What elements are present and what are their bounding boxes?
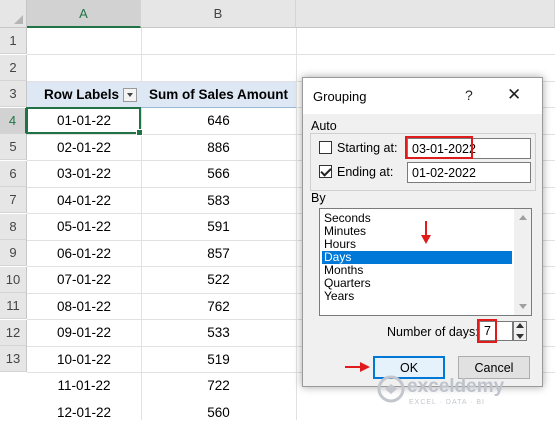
- dialog-title-bar: Grouping ? ✕: [303, 78, 542, 114]
- scroll-up-icon[interactable]: [519, 215, 527, 220]
- exceldemy-logo-icon: [377, 375, 405, 403]
- column-header-b[interactable]: B: [141, 0, 296, 28]
- row-header-9[interactable]: 9: [0, 240, 27, 266]
- select-all-corner[interactable]: [0, 0, 27, 28]
- dialog-title: Grouping: [313, 89, 367, 104]
- row-header-3[interactable]: 3: [0, 81, 27, 107]
- date-cell[interactable]: 06-01-22: [27, 240, 141, 266]
- spin-down-icon[interactable]: [516, 334, 524, 339]
- date-cell[interactable]: 07-01-22: [27, 267, 141, 293]
- date-cell[interactable]: 09-01-22: [27, 320, 141, 346]
- column-header-b-label: B: [213, 6, 223, 21]
- ending-at-label: Ending at:: [337, 165, 394, 179]
- date-cell[interactable]: 08-01-22: [27, 293, 141, 319]
- watermark-name: exceldemy: [407, 376, 505, 397]
- row-header-13[interactable]: 13: [0, 346, 27, 372]
- row-header-11[interactable]: 11: [0, 293, 27, 319]
- filter-dropdown-icon[interactable]: [123, 87, 137, 102]
- column-header-c[interactable]: [296, 0, 555, 28]
- row-header-6[interactable]: 6: [0, 160, 27, 187]
- amount-cell[interactable]: 522: [141, 267, 296, 293]
- watermark-tagline: EXCEL · DATA · BI: [409, 399, 485, 406]
- date-cell[interactable]: 05-01-22: [27, 214, 141, 240]
- gridline-vertical: [296, 28, 297, 420]
- row-labels-header[interactable]: Row Labels: [27, 82, 141, 108]
- spin-up-icon[interactable]: [516, 323, 524, 328]
- row-header-7[interactable]: 7: [0, 187, 27, 213]
- starting-at-highlight: [405, 136, 473, 159]
- auto-group-label: Auto: [311, 119, 337, 133]
- column-header-a[interactable]: A: [27, 0, 141, 28]
- annotation-arrow-right-icon: [345, 362, 370, 372]
- gridline-horizontal: [27, 54, 555, 55]
- row-header-5[interactable]: 5: [0, 134, 27, 160]
- ending-at-input[interactable]: 01-02-2022: [407, 162, 531, 183]
- amount-cell[interactable]: 519: [141, 346, 296, 372]
- listbox-scrollbar[interactable]: [514, 209, 531, 315]
- date-cell[interactable]: 12-01-22: [27, 399, 141, 425]
- row-header-10[interactable]: 10: [0, 266, 27, 293]
- amount-cell[interactable]: 646: [141, 108, 296, 134]
- date-cell[interactable]: 11-01-22: [27, 373, 141, 399]
- amount-cell[interactable]: 722: [141, 373, 296, 399]
- annotation-arrow-down-icon: [421, 221, 431, 244]
- amount-cell[interactable]: 560: [141, 399, 296, 425]
- ending-at-value: 01-02-2022: [412, 165, 476, 180]
- row-header-8[interactable]: 8: [0, 213, 27, 240]
- row-labels-text: Row Labels: [43, 87, 119, 102]
- row-header-12[interactable]: 12: [0, 319, 27, 346]
- amount-cell[interactable]: 533: [141, 320, 296, 346]
- sum-of-sales-header[interactable]: Sum of Sales Amount: [141, 82, 296, 108]
- starting-at-checkbox[interactable]: [319, 141, 332, 154]
- date-cell[interactable]: 02-01-22: [27, 134, 141, 160]
- row-header-2[interactable]: 2: [0, 54, 27, 81]
- row-header-4[interactable]: 4: [0, 107, 27, 134]
- amount-cell[interactable]: 762: [141, 293, 296, 319]
- sum-of-sales-text: Sum of Sales Amount: [148, 87, 288, 102]
- scroll-down-icon[interactable]: [519, 304, 527, 309]
- column-header-a-label: A: [79, 5, 88, 21]
- amount-cell[interactable]: 857: [141, 240, 296, 266]
- exceldemy-watermark: exceldemy EXCEL · DATA · BI: [375, 373, 550, 413]
- amount-cell[interactable]: 591: [141, 214, 296, 240]
- starting-at-label: Starting at:: [337, 141, 398, 155]
- date-cell[interactable]: 03-01-22: [27, 161, 141, 187]
- amount-cell[interactable]: 583: [141, 187, 296, 213]
- active-cell-selection: [26, 107, 143, 136]
- amount-cell[interactable]: 886: [141, 134, 296, 160]
- by-group-label: By: [311, 191, 326, 205]
- row-header-1[interactable]: 1: [0, 28, 27, 54]
- number-of-days-spinner[interactable]: [513, 321, 527, 341]
- by-item-years[interactable]: Years: [322, 290, 512, 303]
- number-of-days-highlight: [477, 319, 497, 343]
- help-icon[interactable]: ?: [465, 87, 473, 103]
- date-cell[interactable]: 04-01-22: [27, 187, 141, 213]
- date-cell[interactable]: 10-01-22: [27, 346, 141, 372]
- close-icon[interactable]: ✕: [507, 85, 521, 105]
- amount-cell[interactable]: 566: [141, 161, 296, 187]
- number-of-days-label: Number of days:: [387, 325, 479, 339]
- ending-at-checkbox[interactable]: [319, 165, 332, 178]
